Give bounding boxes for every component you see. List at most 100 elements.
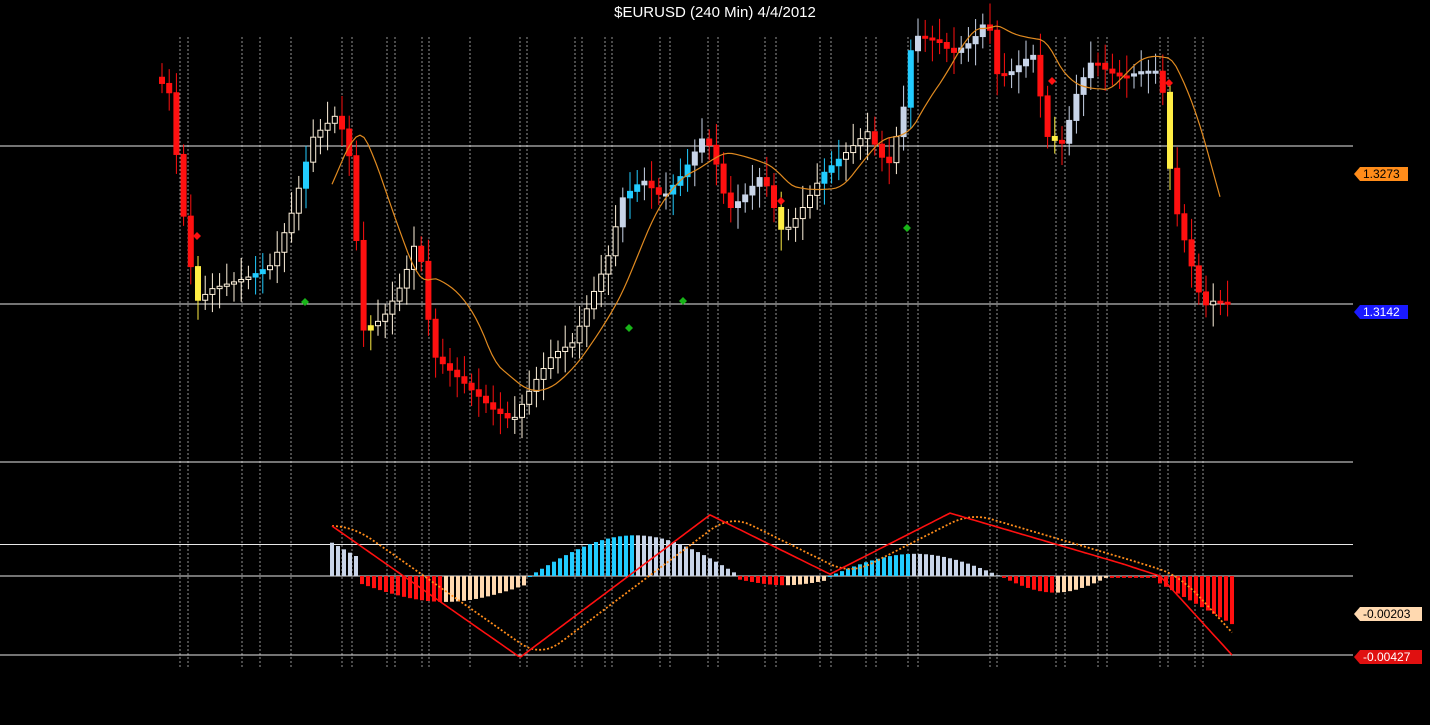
macd-histogram-bar xyxy=(750,576,754,582)
macd-histogram-bar xyxy=(888,556,892,576)
macd-histogram-bar xyxy=(996,575,1000,577)
candle-body xyxy=(454,369,461,378)
candle-body xyxy=(555,351,561,359)
macd-histogram-bar xyxy=(1104,576,1108,578)
candle-body xyxy=(504,413,511,419)
candle-body xyxy=(432,318,439,358)
candle-body xyxy=(1109,68,1116,74)
candle-body xyxy=(929,37,936,41)
macd-histogram-bar xyxy=(606,538,610,576)
macd-histogram-bar xyxy=(918,553,922,576)
candle-body xyxy=(972,36,979,45)
candle-body xyxy=(569,342,576,348)
candle-body xyxy=(807,194,813,209)
macd-histogram-bar xyxy=(354,556,358,576)
candle-body xyxy=(648,180,655,189)
candle-body xyxy=(461,376,468,384)
sell-signal-diamond xyxy=(1165,79,1173,87)
macd-histogram-bar xyxy=(864,562,868,576)
macd-histogram-bar xyxy=(660,538,664,576)
macd-histogram-bar xyxy=(642,535,646,576)
candle-body xyxy=(915,35,921,52)
macd-histogram-bar xyxy=(528,576,532,577)
candle-body xyxy=(771,185,777,209)
candle-body xyxy=(180,153,187,217)
candle-body xyxy=(511,416,518,420)
macd-histogram-bar xyxy=(906,553,910,576)
candle-body xyxy=(922,35,929,39)
candle-body xyxy=(475,389,482,397)
macd-histogram-bar xyxy=(684,546,688,576)
candle-body xyxy=(655,187,662,195)
candle-body xyxy=(778,207,785,230)
price-macd-chart[interactable]: 1.3273 1.3142 -0.00203 -0.00427 xyxy=(0,0,1430,725)
macd-histogram-bar xyxy=(816,576,820,582)
macd-histogram-bar xyxy=(510,576,514,590)
candle-body xyxy=(886,156,893,164)
candle-body xyxy=(382,313,389,322)
macd-histogram-bar xyxy=(708,558,712,576)
candle-body xyxy=(1203,291,1209,306)
macd-histogram-bar xyxy=(1014,576,1018,584)
macd-histogram-bar xyxy=(834,573,838,576)
candle-body xyxy=(562,346,569,353)
candle-body xyxy=(641,180,648,186)
candle-body xyxy=(691,151,698,166)
macd-histogram-bar xyxy=(366,576,370,587)
candle-body xyxy=(1087,62,1094,79)
candle-body xyxy=(389,300,396,315)
macd-histogram-bar xyxy=(1140,576,1144,578)
candle-body xyxy=(295,187,302,214)
candle-body xyxy=(1123,75,1130,79)
macd-histogram-bar xyxy=(1032,576,1036,590)
macd-histogram-bar xyxy=(1146,576,1150,578)
macd-histogram-bar xyxy=(1098,576,1102,581)
candle-body xyxy=(468,382,475,391)
macd-histogram-bar xyxy=(540,568,544,576)
macd-histogram-bar xyxy=(900,554,904,576)
macd-histogram-bar xyxy=(360,576,364,585)
candle-body xyxy=(1159,70,1166,93)
candle-body xyxy=(619,197,626,228)
macd-histogram-bar xyxy=(978,567,982,576)
macd-histogram-bar xyxy=(768,576,772,585)
macd-histogram-bar xyxy=(1182,576,1186,597)
macd-histogram-bar xyxy=(594,542,598,576)
candle-body xyxy=(173,92,180,155)
macd-histogram-bar xyxy=(1068,576,1072,592)
candle-body xyxy=(187,215,194,268)
macd-histogram-bar xyxy=(672,542,676,576)
candle-body xyxy=(1044,95,1051,137)
candle-body xyxy=(605,255,612,275)
macd-histogram-bar xyxy=(1044,576,1048,593)
candle-body xyxy=(1008,71,1015,76)
candle-body xyxy=(1001,73,1008,77)
candle-body xyxy=(159,76,165,84)
candle-body xyxy=(979,24,986,38)
macd-histogram-bar xyxy=(960,561,964,576)
macd-histogram-bar xyxy=(936,555,940,576)
macd-histogram-bar xyxy=(1062,576,1066,593)
candle-body xyxy=(346,128,353,157)
macd-histogram-bar xyxy=(1026,576,1030,588)
macd-histogram-bar xyxy=(1074,576,1078,590)
macd-histogram-bar xyxy=(522,576,526,586)
macd-histogram-bar xyxy=(1200,576,1204,608)
macd-histogram-bar xyxy=(696,552,700,576)
macd-histogram-bar xyxy=(924,554,928,576)
candle-body xyxy=(792,218,799,228)
candle-body xyxy=(1015,65,1022,73)
sell-signal-diamond xyxy=(1048,77,1056,85)
macd-histogram-bar xyxy=(738,576,742,580)
candle-body xyxy=(447,363,453,371)
macd-histogram-bar xyxy=(804,576,808,584)
candle-body xyxy=(1188,239,1195,267)
macd-histogram-bar xyxy=(966,563,970,576)
candle-body xyxy=(965,43,972,49)
macd-histogram-bar xyxy=(894,555,898,576)
macd-histogram-bar xyxy=(330,542,334,576)
candle-body xyxy=(785,226,792,230)
macd-histogram-bar xyxy=(1218,576,1222,618)
buy-signal-diamond xyxy=(301,298,309,306)
candle-body xyxy=(547,357,554,370)
